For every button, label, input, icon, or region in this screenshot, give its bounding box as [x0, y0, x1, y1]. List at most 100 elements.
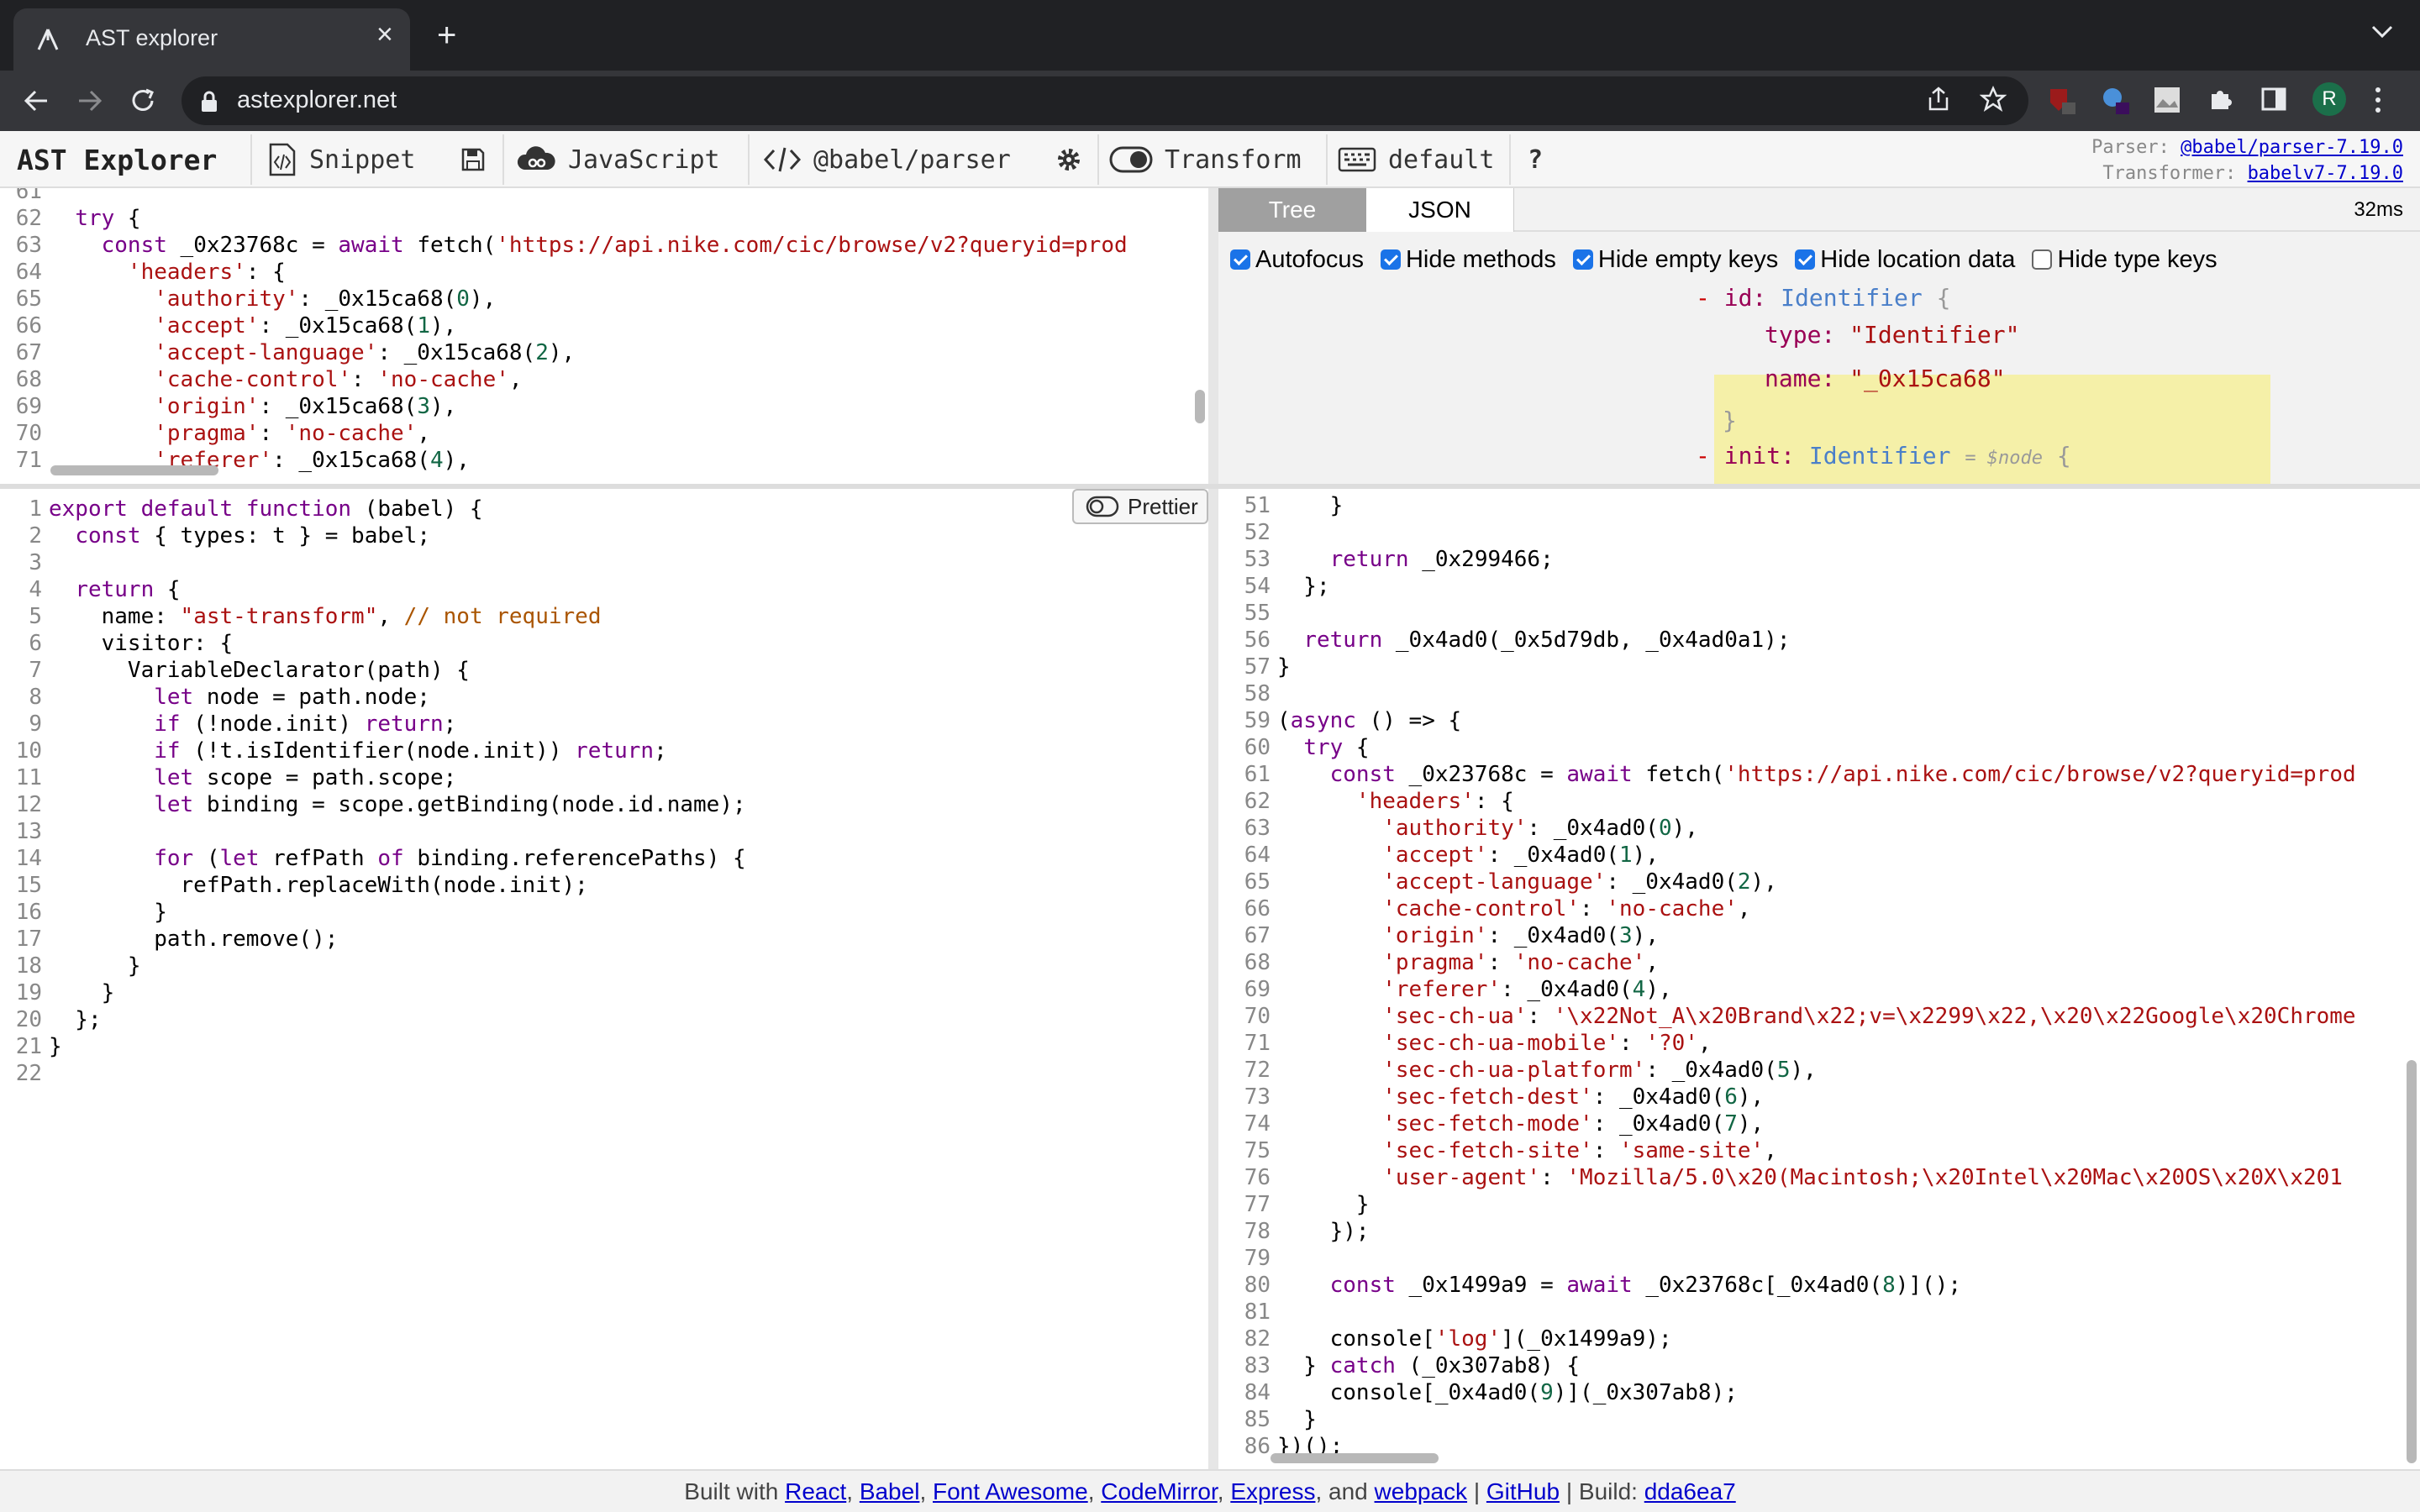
option-label: Hide methods	[1405, 245, 1556, 273]
hide-methods-checkbox[interactable]	[1380, 249, 1401, 270]
code-line: 63 'authority': _0x4ad0(0),	[1218, 815, 2356, 842]
source-horizontal-scrollbar[interactable]	[50, 465, 218, 475]
autofocus-checkbox[interactable]	[1230, 249, 1250, 270]
collapse-toggle[interactable]: -	[1696, 284, 1710, 312]
babel-link[interactable]: Babel	[860, 1478, 920, 1504]
ast-options: Autofocus Hide methods Hide empty keys H…	[1218, 239, 2420, 281]
line-code: }	[49, 980, 115, 1005]
forward-arrow-icon[interactable]	[76, 87, 104, 118]
tab-json[interactable]: JSON	[1366, 188, 1514, 232]
line-number: 68	[15, 367, 42, 392]
webpack-link[interactable]: webpack	[1375, 1478, 1468, 1504]
language-select-button[interactable]: JavaScript	[516, 131, 720, 188]
transform-output-editor[interactable]: 51 } 52 53 return _0x299466; 54 }; 55 56 retu…	[1218, 489, 2420, 1469]
line-code: visitor: {	[49, 631, 234, 656]
source-code-editor[interactable]: 61 62 try {63 const _0x23768c = await fet…	[0, 188, 1208, 484]
line-number: 75	[1244, 1138, 1270, 1163]
line-number: 61	[1244, 762, 1270, 787]
transform-toggle-button[interactable]: Transform	[1109, 131, 1302, 188]
lock-icon[interactable]	[200, 91, 218, 117]
cloud-icon	[517, 146, 555, 170]
react-link[interactable]: React	[785, 1478, 846, 1504]
transformer-version-link[interactable]: babelv7-7.19.0	[2248, 163, 2403, 184]
line-number: 61	[15, 188, 42, 204]
express-link[interactable]: Express	[1230, 1478, 1315, 1504]
option-hide-empty-keys[interactable]: Hide empty keys	[1572, 246, 1778, 274]
line-code: if (!t.isIdentifier(node.init)) return;	[154, 738, 667, 764]
collapse-toggle[interactable]: -	[1696, 442, 1710, 470]
app-toolbar: AST Explorer Snippet JavaScript @babel/p…	[0, 131, 2420, 188]
prettier-toggle-button[interactable]: Prettier	[1072, 489, 1208, 524]
github-link[interactable]: GitHub	[1486, 1478, 1560, 1504]
line-code: }	[1277, 654, 1291, 680]
line-code: const _0x23768c = await fetch('https://a…	[101, 233, 1128, 258]
output-horizontal-scrollbar[interactable]	[1270, 1453, 1439, 1463]
code-line: 82 console['log'](_0x1499a9);	[1218, 1326, 2356, 1352]
bookmark-star-icon[interactable]	[1979, 85, 2007, 117]
id-node-row[interactable]: - id: Identifier {	[1696, 284, 1950, 312]
font-awesome-link[interactable]: Font Awesome	[933, 1478, 1088, 1504]
line-number: 62	[1244, 789, 1270, 814]
line-code: }	[1277, 1407, 1317, 1432]
hide-empty-keys-checkbox[interactable]	[1572, 249, 1593, 270]
back-arrow-icon[interactable]	[22, 87, 50, 118]
option-hide-methods[interactable]: Hide methods	[1380, 245, 1556, 274]
line-number: 3	[29, 550, 42, 575]
vertical-pane-splitter[interactable]	[1208, 188, 1218, 1469]
code-line: 6 visitor: {	[0, 630, 746, 657]
browser-tab-ast-explorer[interactable]: AST explorer ×	[13, 8, 410, 71]
output-vertical-scrollbar[interactable]	[2407, 1060, 2417, 1463]
code-line: 8 let node = path.node;	[0, 684, 746, 711]
code-line: 81	[1218, 1299, 2356, 1326]
code-line: 20 };	[0, 1006, 746, 1033]
snippet-file-code-icon	[269, 143, 296, 176]
parser-version-link[interactable]: @babel/parser-7.19.0	[2181, 137, 2403, 158]
profile-avatar[interactable]: R	[2312, 82, 2346, 116]
save-floppy-icon	[461, 148, 485, 171]
line-code: let node = path.node;	[154, 685, 430, 710]
reload-icon[interactable]	[129, 87, 158, 118]
line-code: 'accept': _0x4ad0(1),	[1382, 843, 1659, 868]
snippet-menu-button[interactable]: Snippet	[267, 131, 415, 188]
codemirror-link[interactable]: CodeMirror	[1101, 1478, 1217, 1504]
tab-search-chevron-icon[interactable]	[2370, 24, 2395, 45]
transform-code-editor[interactable]: 1 export default function (babel) {2 cons…	[0, 489, 1208, 1469]
code-line: 74 'sec-fetch-mode': _0x4ad0(7),	[1218, 1110, 2356, 1137]
parser-settings-button[interactable]	[1055, 131, 1094, 188]
source-vertical-scrollbar[interactable]	[1195, 390, 1205, 423]
code-line: 69 'referer': _0x4ad0(4),	[1218, 976, 2356, 1003]
hide-location-data-checkbox[interactable]	[1795, 249, 1816, 270]
ast-explorer-favicon-icon	[35, 27, 60, 56]
tab-tree[interactable]: Tree	[1218, 188, 1366, 232]
transform-label: Transform	[1165, 144, 1302, 175]
new-tab-icon[interactable]: +	[437, 18, 456, 52]
code-line: 67 'origin': _0x4ad0(3),	[1218, 922, 2356, 949]
help-button[interactable]: ?	[1528, 131, 1543, 188]
code-line: 17 path.remove();	[0, 926, 746, 953]
browser-menu-icon[interactable]	[2373, 86, 2383, 118]
extension-badge-icon[interactable]	[2101, 86, 2131, 120]
side-panel-icon[interactable]	[2260, 86, 2287, 117]
share-icon[interactable]	[1926, 86, 1951, 117]
ublock-extension-icon[interactable]	[2047, 86, 2077, 120]
hide-type-keys-checkbox[interactable]	[2032, 249, 2053, 270]
id-key: id:	[1723, 284, 1767, 312]
init-node-row[interactable]: - init: Identifier = $node {	[1696, 442, 2071, 470]
build-hash-link[interactable]: dda6ea7	[1644, 1478, 1736, 1504]
code-line: 65 'authority': _0x15ca68(0),	[0, 286, 1128, 312]
option-hide-type-keys[interactable]: Hide type keys	[2032, 246, 2217, 274]
option-hide-location-data[interactable]: Hide location data	[1795, 246, 2015, 274]
parser-select-button[interactable]: @babel/parser	[763, 131, 1011, 188]
keymap-select-button[interactable]: default	[1338, 131, 1494, 188]
address-bar[interactable]: astexplorer.net	[182, 76, 2028, 125]
line-code: }	[1277, 493, 1344, 518]
code-line: 60 try {	[1218, 734, 2356, 761]
save-button[interactable]	[460, 131, 497, 188]
line-number: 74	[1244, 1111, 1270, 1137]
option-autofocus[interactable]: Autofocus	[1230, 246, 1364, 274]
close-tab-icon[interactable]: ×	[376, 20, 393, 49]
extensions-puzzle-icon[interactable]	[2207, 86, 2233, 117]
keyboard-icon	[1338, 147, 1376, 172]
avid-extension-icon[interactable]	[2153, 86, 2181, 118]
line-number: 80	[1244, 1273, 1270, 1298]
